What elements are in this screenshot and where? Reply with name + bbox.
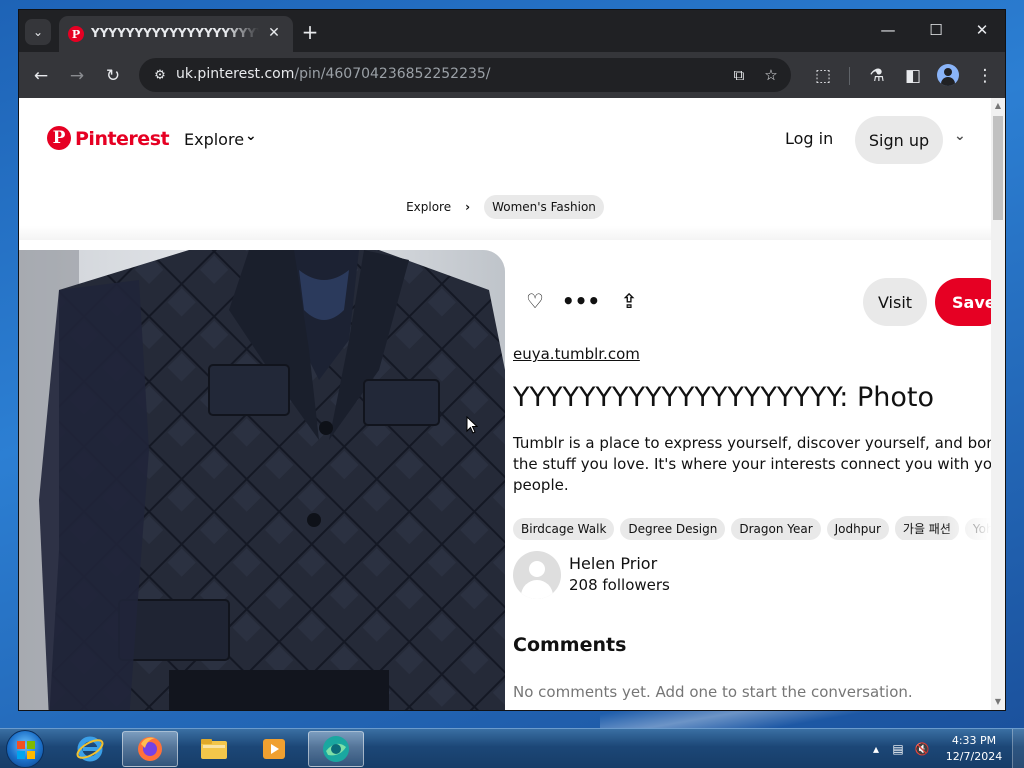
side-panel-icon[interactable]: ◧	[901, 64, 925, 88]
scrollbar-thumb[interactable]	[993, 116, 1003, 220]
chevron-down-icon: ⌄	[32, 25, 44, 39]
volume-muted-icon[interactable]: 🔇	[914, 741, 930, 757]
show-desktop-button[interactable]	[1012, 729, 1024, 768]
save-button[interactable]: Save	[935, 278, 991, 326]
tab-title: YYYYYYYYYYYYYYYYYYYY: Photo	[91, 26, 259, 40]
pinterest-logo-icon[interactable]: P	[47, 126, 71, 150]
windows-taskbar: ▴ ▤ 🔇 4:33 PM 12/7/2024	[0, 728, 1024, 768]
url-text[interactable]: uk.pinterest.com/pin/460704236852252235/	[176, 66, 491, 82]
pin-description: Tumblr is a place to express yourself, d…	[513, 433, 991, 496]
chrome-taskbar-button[interactable]	[308, 731, 364, 767]
more-options-chevron-icon[interactable]: ⌄	[954, 128, 966, 144]
profile-avatar-icon[interactable]	[937, 64, 959, 86]
reload-icon: ↻	[105, 66, 121, 86]
tag-chip[interactable]: Jodhpur	[826, 518, 889, 540]
arrow-right-icon: →	[69, 66, 85, 86]
pin-title: YYYYYYYYYYYYYYYYYYYY: Photo	[513, 382, 934, 413]
browser-toolbar: ← → ↻ ⚙ uk.pinterest.com/pin/46070423685…	[19, 52, 1005, 98]
pin-description-line: people.	[513, 476, 569, 494]
address-bar[interactable]: ⚙ uk.pinterest.com/pin/46070423685225223…	[139, 58, 791, 92]
back-button[interactable]: ←	[29, 64, 53, 88]
close-tab-icon[interactable]: ✕	[265, 24, 283, 42]
tag-chip[interactable]: 가을 패션	[894, 516, 959, 540]
author-avatar[interactable]	[513, 551, 561, 599]
tray-expand-icon[interactable]: ▴	[868, 741, 884, 757]
page-scrollbar[interactable]: ▲ ▼	[991, 98, 1005, 710]
section-divider	[19, 226, 991, 240]
pinterest-logo-text[interactable]: Pinterest	[75, 128, 170, 150]
author-followers: 208 followers	[569, 576, 670, 594]
comments-empty-text: No comments yet. Add one to start the co…	[513, 683, 913, 701]
firefox-taskbar-button[interactable]	[122, 731, 178, 767]
author-name[interactable]: Helen Prior	[569, 554, 657, 573]
windows-flag-icon	[17, 741, 35, 759]
file-explorer-taskbar-button[interactable]	[186, 731, 242, 767]
bookmark-star-icon[interactable]: ☆	[761, 65, 781, 85]
url-host: uk.pinterest.com	[176, 66, 295, 82]
pin-description-line: Tumblr is a place to express yourself, d…	[513, 434, 991, 452]
chevron-right-icon: ›	[465, 200, 471, 214]
folder-icon	[201, 739, 227, 759]
tag-chip[interactable]: Yohji Yamamoto	[964, 518, 991, 540]
url-path: /pin/460704236852252235/	[294, 66, 491, 82]
tag-chip[interactable]: Dragon Year	[731, 518, 821, 540]
share-icon[interactable]: ⇪	[616, 288, 642, 314]
tag-chip[interactable]: Birdcage Walk	[513, 518, 615, 540]
more-options-icon[interactable]: •••	[562, 288, 600, 314]
firefox-icon	[138, 737, 162, 761]
new-tab-button[interactable]: +	[299, 22, 321, 44]
maximize-button[interactable]: ☐	[921, 20, 951, 40]
active-tab[interactable]: P YYYYYYYYYYYYYYYYYYYY: Photo ✕	[59, 16, 293, 52]
site-info-icon[interactable]: ⚙	[151, 66, 169, 84]
breadcrumb-womens-fashion[interactable]: Women's Fashion	[484, 195, 604, 219]
network-icon[interactable]: ▤	[890, 741, 906, 757]
clock-time[interactable]: 4:33 PM	[948, 734, 1000, 747]
tab-search-button[interactable]: ⌄	[25, 19, 51, 45]
pin-image[interactable]	[19, 250, 505, 710]
media-player-taskbar-button[interactable]	[246, 731, 302, 767]
media-player-icon	[263, 739, 285, 759]
mouse-cursor-icon	[466, 416, 478, 434]
pin-description-line: the stuff you love. It's where your inte…	[513, 455, 991, 473]
chevron-down-icon[interactable]: ⌄	[245, 128, 257, 144]
login-button[interactable]: Log in	[771, 122, 847, 154]
scroll-down-arrow-icon[interactable]: ▼	[994, 698, 1002, 706]
page-viewport: P Pinterest Explore ⌄ Log in Sign up ⌄ E…	[19, 98, 991, 710]
clock-date[interactable]: 12/7/2024	[944, 750, 1004, 763]
start-button[interactable]	[6, 730, 44, 768]
heart-icon[interactable]: ♡	[522, 288, 548, 314]
browser-window: ⌄ P YYYYYYYYYYYYYYYYYYYY: Photo ✕ + — ☐ …	[18, 9, 1006, 711]
breadcrumb-explore[interactable]: Explore	[406, 200, 451, 214]
minimize-button[interactable]: —	[873, 20, 903, 40]
tag-list: Birdcage Walk Degree Design Dragon Year Jod…	[513, 516, 991, 540]
install-app-icon[interactable]: ⧉	[729, 65, 749, 85]
breadcrumb: Explore › Women's Fashion	[19, 192, 991, 222]
comments-heading: Comments	[513, 634, 627, 656]
reload-button[interactable]: ↻	[101, 64, 125, 88]
internet-explorer-icon	[76, 736, 104, 762]
signup-button[interactable]: Sign up	[855, 116, 943, 164]
visit-button[interactable]: Visit	[863, 278, 927, 326]
tab-strip: ⌄ P YYYYYYYYYYYYYYYYYYYY: Photo ✕ + — ☐ …	[19, 10, 1005, 52]
labs-flask-icon[interactable]: ⚗	[865, 64, 889, 88]
app-globe-icon	[323, 736, 349, 762]
toolbar-separator	[849, 67, 850, 85]
pinterest-favicon-icon: P	[68, 26, 84, 42]
explore-menu[interactable]: Explore	[184, 130, 244, 149]
tag-chip[interactable]: Degree Design	[620, 518, 726, 540]
extensions-icon[interactable]: ⬚	[811, 64, 835, 88]
close-window-button[interactable]: ✕	[967, 20, 997, 40]
arrow-left-icon: ←	[33, 66, 49, 86]
source-link[interactable]: euya.tumblr.com	[513, 345, 640, 363]
chrome-menu-icon[interactable]: ⋮	[973, 64, 997, 88]
internet-explorer-taskbar-button[interactable]	[62, 731, 118, 767]
scroll-up-arrow-icon[interactable]: ▲	[994, 102, 1002, 110]
forward-button[interactable]: →	[65, 64, 89, 88]
